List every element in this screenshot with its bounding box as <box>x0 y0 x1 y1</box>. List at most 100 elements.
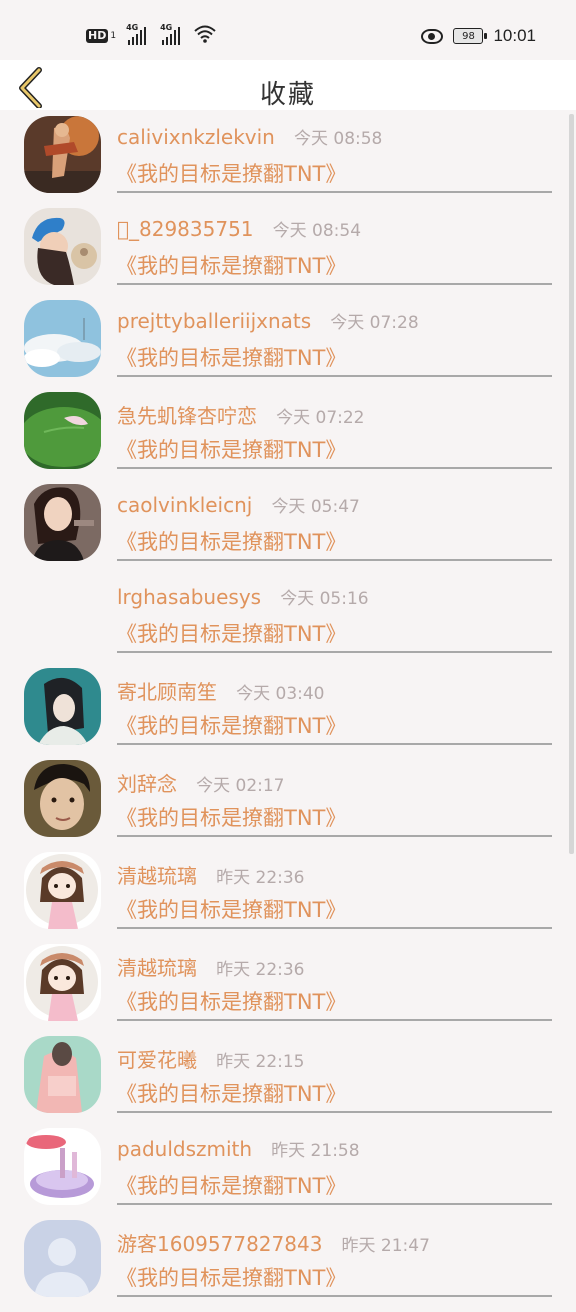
divider <box>117 651 552 653</box>
wifi-icon <box>194 25 216 47</box>
article-title[interactable]: 《我的目标是撩翻TNT》 <box>116 1262 346 1292</box>
status-time: 10:01 <box>493 26 536 45</box>
item-meta: 清越琉璃 昨天 22:36 <box>117 860 305 889</box>
status-bar: HD 1 4G 4G 98 10:01 <box>0 0 576 60</box>
list-item[interactable]: calivixnkzlekvin 今天 08:58 《我的目标是撩翻TNT》 <box>0 116 576 208</box>
signal1-label: 4G <box>126 23 139 32</box>
timestamp: 今天 02:17 <box>196 776 285 796</box>
signal2-label: 4G <box>160 23 173 32</box>
divider <box>117 743 552 745</box>
warrior-avatar[interactable] <box>24 116 101 193</box>
divider <box>117 191 552 193</box>
article-title[interactable]: 《我的目标是撩翻TNT》 <box>116 894 346 924</box>
divider <box>117 1295 552 1297</box>
timestamp: 今天 08:54 <box>272 221 362 241</box>
hd-badge: HD <box>86 29 109 43</box>
list-item[interactable]: prejttyballeriijxnats 今天 07:28 《我的目标是撩翻T… <box>0 300 576 392</box>
boy-photo-avatar[interactable] <box>24 760 101 837</box>
divider <box>117 1203 552 1205</box>
item-meta:  _829835751 今天 08:54 <box>117 216 361 241</box>
cosmetics-avatar[interactable] <box>24 1128 101 1205</box>
list-item[interactable]: 清越琉璃 昨天 22:36 《我的目标是撩翻TNT》 <box>0 944 576 1036</box>
article-title[interactable]: 《我的目标是撩翻TNT》 <box>116 158 346 188</box>
timestamp: 今天 05:47 <box>271 497 360 517</box>
article-title[interactable]: 《我的目标是撩翻TNT》 <box>116 1078 346 1108</box>
item-meta: 游客1609577827843 昨天 21:47 <box>117 1228 430 1257</box>
item-meta: 可爱花曦 昨天 22:15 <box>117 1044 305 1073</box>
divider <box>117 467 552 469</box>
list-item[interactable]: 急先虮锋杏咛恋 今天 07:22 《我的目标是撩翻TNT》 <box>0 392 576 484</box>
list-item[interactable]: lrghasabuesys 今天 05:16 《我的目标是撩翻TNT》 <box>0 576 576 668</box>
battery-icon: 98 <box>453 28 488 44</box>
article-title[interactable]: 《我的目标是撩翻TNT》 <box>116 986 346 1016</box>
lotus-leaf-avatar[interactable] <box>24 392 101 469</box>
user-name[interactable]: caolvinkleicnj <box>117 493 252 517</box>
divider <box>117 283 552 285</box>
article-title[interactable]: 《我的目标是撩翻TNT》 <box>116 342 346 372</box>
pink-figure-avatar[interactable] <box>24 1036 101 1113</box>
item-meta: 清越琉璃 昨天 22:36 <box>117 952 305 981</box>
timestamp: 昨天 22:36 <box>216 960 305 980</box>
user-name[interactable]: 可爱花曦 <box>117 1048 197 1072</box>
default-user-avatar[interactable] <box>24 1220 101 1297</box>
user-name[interactable]: calivixnkzlekvin <box>117 125 275 149</box>
user-name[interactable]: paduldszmith <box>117 1137 252 1161</box>
page-title: 收藏 <box>259 80 316 110</box>
user-name[interactable]: lrghasabuesys <box>117 585 261 609</box>
divider <box>117 927 552 929</box>
favorites-list: calivixnkzlekvin 今天 08:58 《我的目标是撩翻TNT》  … <box>0 116 576 1312</box>
list-item[interactable]: 刘辞念 今天 02:17 《我的目标是撩翻TNT》 <box>0 760 576 852</box>
empty-avatar[interactable] <box>24 576 101 653</box>
user-name[interactable]: 清越琉璃 <box>117 864 197 888</box>
list-item[interactable]: caolvinkleicnj 今天 05:47 《我的目标是撩翻TNT》 <box>0 484 576 576</box>
user-name[interactable]: 刘辞念 <box>117 772 177 796</box>
timestamp: 昨天 21:47 <box>341 1236 430 1256</box>
item-meta: 寄北顾南笙 今天 03:40 <box>117 676 325 705</box>
item-meta: prejttyballeriijxnats 今天 07:28 <box>117 308 419 333</box>
timestamp: 今天 07:28 <box>330 313 419 333</box>
user-name[interactable]: 急先虮锋杏咛恋 <box>117 404 257 428</box>
user-name[interactable]: 清越琉璃 <box>117 956 197 980</box>
divider <box>117 1111 552 1113</box>
cartoon-girl-avatar[interactable] <box>24 944 101 1021</box>
article-title[interactable]: 《我的目标是撩翻TNT》 <box>116 710 346 740</box>
signal-icon: 4G <box>126 23 148 45</box>
girl-teal-avatar[interactable] <box>24 668 101 745</box>
user-name[interactable]: 寄北顾南笙 <box>117 680 217 704</box>
user-name[interactable]:  _829835751 <box>117 217 254 241</box>
user-name[interactable]: 游客1609577827843 <box>117 1232 322 1256</box>
list-item[interactable]: 可爱花曦 昨天 22:15 《我的目标是撩翻TNT》 <box>0 1036 576 1128</box>
list-item[interactable]:  _829835751 今天 08:54 《我的目标是撩翻TNT》 <box>0 208 576 300</box>
list-item[interactable]: 清越琉璃 昨天 22:36 《我的目标是撩翻TNT》 <box>0 852 576 944</box>
user-name[interactable]: prejttyballeriijxnats <box>117 309 311 333</box>
timestamp: 今天 05:16 <box>280 589 369 609</box>
header-bar: 收藏 <box>0 60 576 110</box>
timestamp: 昨天 22:15 <box>216 1052 305 1072</box>
divider <box>117 375 552 377</box>
item-meta: lrghasabuesys 今天 05:16 <box>117 584 369 609</box>
article-title[interactable]: 《我的目标是撩翻TNT》 <box>116 250 346 280</box>
article-title[interactable]: 《我的目标是撩翻TNT》 <box>116 618 346 648</box>
status-left: HD 1 4G 4G <box>86 23 216 48</box>
article-title[interactable]: 《我的目标是撩翻TNT》 <box>116 434 346 464</box>
item-meta: 急先虮锋杏咛恋 今天 07:22 <box>117 400 365 429</box>
list-item[interactable]: paduldszmith 昨天 21:58 《我的目标是撩翻TNT》 <box>0 1128 576 1220</box>
girl-blue-hat-avatar[interactable] <box>24 208 101 285</box>
timestamp: 昨天 21:58 <box>271 1141 360 1161</box>
article-title[interactable]: 《我的目标是撩翻TNT》 <box>116 526 346 556</box>
article-title[interactable]: 《我的目标是撩翻TNT》 <box>116 802 346 832</box>
sky-clouds-avatar[interactable] <box>24 300 101 377</box>
article-title[interactable]: 《我的目标是撩翻TNT》 <box>116 1170 346 1200</box>
divider <box>117 835 552 837</box>
list-item[interactable]: 寄北顾南笙 今天 03:40 《我的目标是撩翻TNT》 <box>0 668 576 760</box>
list-item[interactable]: 游客1609577827843 昨天 21:47 《我的目标是撩翻TNT》 <box>0 1220 576 1312</box>
timestamp: 今天 07:22 <box>276 408 365 428</box>
divider <box>117 1019 552 1021</box>
eye-icon <box>421 28 444 44</box>
item-meta: calivixnkzlekvin 今天 08:58 <box>117 124 382 149</box>
cartoon-girl-avatar[interactable] <box>24 852 101 929</box>
timestamp: 今天 03:40 <box>236 684 325 704</box>
woman-photo-avatar[interactable] <box>24 484 101 561</box>
timestamp: 今天 08:58 <box>293 129 383 149</box>
item-meta: 刘辞念 今天 02:17 <box>117 768 285 797</box>
